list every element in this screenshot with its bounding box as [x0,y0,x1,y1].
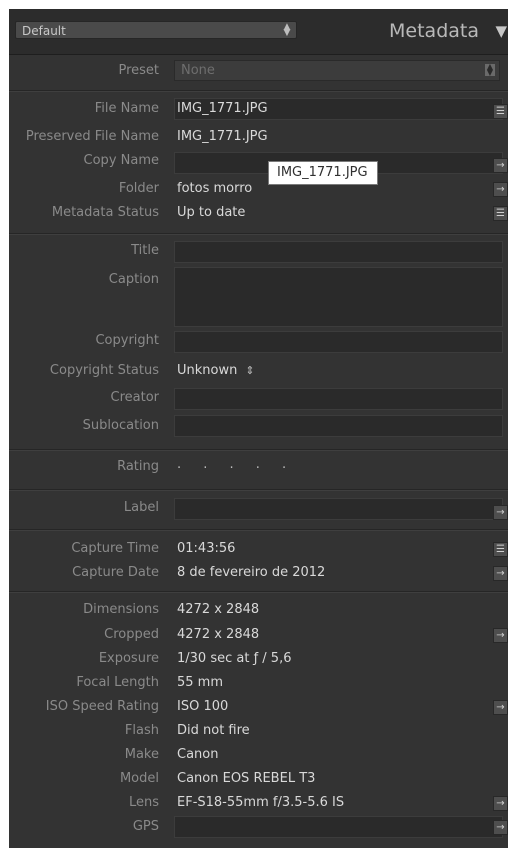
title-label: Title [131,243,159,258]
label-field[interactable] [174,498,503,520]
divider [9,490,508,491]
folder-value[interactable]: fotos morro [177,180,252,198]
gps-field[interactable] [174,816,503,838]
sublocation-label: Sublocation [82,418,159,433]
metadata-preset-select-value: Default [22,24,66,38]
preset-label: Preset [118,63,159,78]
creator-field[interactable] [174,388,503,410]
folder-label: Folder [118,181,159,196]
file-name-label: File Name [94,101,159,116]
copyright-label: Copyright [95,333,159,348]
flash-label: Flash [124,723,159,738]
spinner-icon: ▲ ▼ [485,62,495,77]
file-name-value: IMG_1771.JPG [177,101,268,116]
arrow-right-icon[interactable]: → [493,628,508,643]
capture-date-value: 8 de fevereiro de 2012 [177,565,326,580]
arrow-right-icon[interactable]: → [493,820,508,835]
divider [9,91,508,92]
creator-label: Creator [110,390,160,405]
focal-length-value: 55 mm [177,675,224,690]
flash-value: Did not fire [177,723,250,738]
sublocation-field[interactable] [174,415,503,437]
preserved-file-name-value: IMG_1771.JPG [177,129,268,144]
label-label: Label [123,500,159,515]
panel-title: Metadata [389,20,479,42]
metadata-status-value: Up to date [177,205,246,220]
triangle-down-icon[interactable]: ▼ [495,22,507,40]
focal-length-label: Focal Length [76,675,159,690]
exposure-label: Exposure [98,651,159,666]
lens-label: Lens [128,795,159,810]
arrow-right-icon[interactable]: → [493,700,508,715]
metadata-panel: Default ▲ ▼ Metadata ▼ Preset None ▲ ▼ Fil… [9,9,508,848]
capture-date-label: Capture Date [72,565,159,580]
copyright-field[interactable] [174,331,503,353]
spinner-icon: ▲ ▼ [283,22,291,38]
dimensions-value: 4272 x 2848 [177,602,260,617]
arrow-right-icon[interactable]: → [493,566,508,581]
preset-select[interactable]: None ▲ ▼ [174,60,500,81]
title-field[interactable] [174,241,503,263]
copyright-status-select[interactable]: Unknown ⇕ [177,362,255,380]
capture-time-label: Capture Time [71,541,159,556]
rating-stars[interactable]: . . . . . [177,456,295,474]
preset-select-value: None [181,63,215,78]
iso-label: ISO Speed Rating [45,699,159,714]
list-icon[interactable]: ☰ [493,206,508,221]
model-label: Model [119,771,159,786]
copyright-status-label: Copyright Status [49,363,159,378]
copy-name-label: Copy Name [83,153,159,168]
divider [9,450,508,451]
caption-label: Caption [108,272,159,287]
spinner-icon: ⇕ [245,364,255,377]
iso-value: ISO 100 [177,699,229,714]
metadata-preset-select[interactable]: Default ▲ ▼ [15,21,297,39]
arrow-right-icon[interactable]: → [493,505,508,520]
panel-header: Default ▲ ▼ Metadata ▼ [9,9,508,55]
metadata-status-label: Metadata Status [51,205,159,220]
caption-field[interactable] [174,267,503,327]
list-icon[interactable]: ☰ [493,542,508,557]
exposure-value: 1/30 sec at ƒ / 5,6 [177,651,292,666]
divider [9,530,508,531]
cropped-value: 4272 x 2848 [177,627,260,642]
arrow-right-icon[interactable]: → [493,796,508,811]
cropped-label: Cropped [104,627,159,642]
divider [9,234,508,235]
lens-value: EF-S18-55mm f/3.5-5.6 IS [177,795,345,810]
model-value: Canon EOS REBEL T3 [177,771,316,786]
arrow-right-icon[interactable]: → [493,158,508,173]
rating-label: Rating [117,459,159,474]
copyright-status-value: Unknown [177,363,238,378]
make-label: Make [124,747,159,762]
capture-time-value: 01:43:56 [177,541,236,556]
list-icon[interactable]: ☰ [493,104,508,119]
dimensions-label: Dimensions [83,602,159,617]
divider [9,592,508,593]
arrow-right-icon[interactable]: → [493,182,508,197]
preserved-file-name-label: Preserved File Name [25,129,159,144]
gps-label: GPS [132,819,159,834]
tooltip: IMG_1771.JPG [268,161,378,185]
make-value: Canon [177,747,219,762]
